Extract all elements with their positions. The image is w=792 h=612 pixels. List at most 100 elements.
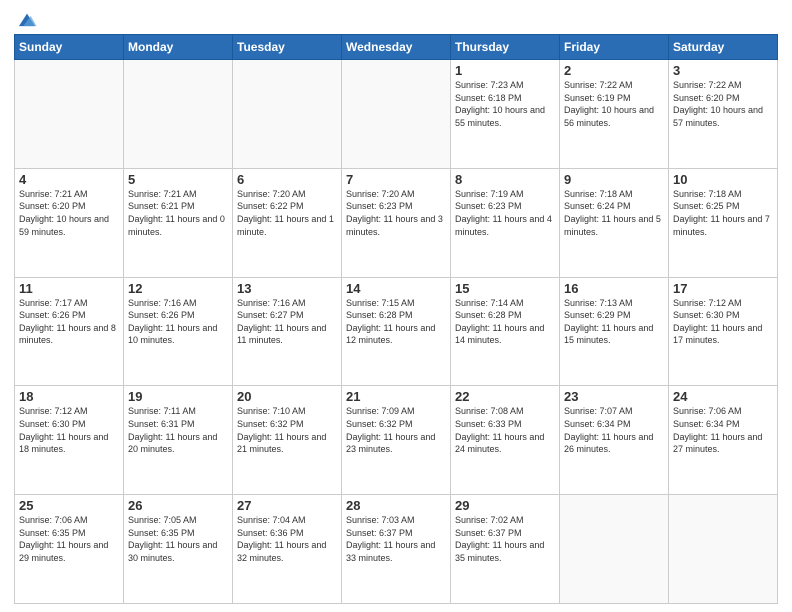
day-info: Sunrise: 7:11 AM Sunset: 6:31 PM Dayligh…	[128, 405, 228, 455]
day-info: Sunrise: 7:12 AM Sunset: 6:30 PM Dayligh…	[19, 405, 119, 455]
calendar-cell: 7Sunrise: 7:20 AM Sunset: 6:23 PM Daylig…	[342, 168, 451, 277]
calendar-header-row: SundayMondayTuesdayWednesdayThursdayFrid…	[15, 35, 778, 60]
day-info: Sunrise: 7:12 AM Sunset: 6:30 PM Dayligh…	[673, 297, 773, 347]
day-info: Sunrise: 7:17 AM Sunset: 6:26 PM Dayligh…	[19, 297, 119, 347]
day-number: 9	[564, 172, 664, 187]
calendar-dow-monday: Monday	[124, 35, 233, 60]
calendar-cell: 4Sunrise: 7:21 AM Sunset: 6:20 PM Daylig…	[15, 168, 124, 277]
calendar-cell: 21Sunrise: 7:09 AM Sunset: 6:32 PM Dayli…	[342, 386, 451, 495]
calendar-dow-thursday: Thursday	[451, 35, 560, 60]
day-number: 4	[19, 172, 119, 187]
day-info: Sunrise: 7:06 AM Sunset: 6:35 PM Dayligh…	[19, 514, 119, 564]
day-number: 12	[128, 281, 228, 296]
page-header	[14, 10, 778, 28]
day-info: Sunrise: 7:21 AM Sunset: 6:20 PM Dayligh…	[19, 188, 119, 238]
logo	[14, 10, 38, 28]
day-info: Sunrise: 7:05 AM Sunset: 6:35 PM Dayligh…	[128, 514, 228, 564]
calendar-cell: 23Sunrise: 7:07 AM Sunset: 6:34 PM Dayli…	[560, 386, 669, 495]
day-info: Sunrise: 7:06 AM Sunset: 6:34 PM Dayligh…	[673, 405, 773, 455]
day-number: 28	[346, 498, 446, 513]
calendar-cell	[342, 60, 451, 169]
day-info: Sunrise: 7:19 AM Sunset: 6:23 PM Dayligh…	[455, 188, 555, 238]
day-info: Sunrise: 7:13 AM Sunset: 6:29 PM Dayligh…	[564, 297, 664, 347]
day-info: Sunrise: 7:10 AM Sunset: 6:32 PM Dayligh…	[237, 405, 337, 455]
day-info: Sunrise: 7:22 AM Sunset: 6:19 PM Dayligh…	[564, 79, 664, 129]
day-info: Sunrise: 7:03 AM Sunset: 6:37 PM Dayligh…	[346, 514, 446, 564]
calendar-cell: 28Sunrise: 7:03 AM Sunset: 6:37 PM Dayli…	[342, 495, 451, 604]
day-number: 13	[237, 281, 337, 296]
calendar-dow-sunday: Sunday	[15, 35, 124, 60]
calendar-week-3: 18Sunrise: 7:12 AM Sunset: 6:30 PM Dayli…	[15, 386, 778, 495]
day-number: 19	[128, 389, 228, 404]
calendar-cell: 16Sunrise: 7:13 AM Sunset: 6:29 PM Dayli…	[560, 277, 669, 386]
calendar-cell: 29Sunrise: 7:02 AM Sunset: 6:37 PM Dayli…	[451, 495, 560, 604]
calendar-cell: 3Sunrise: 7:22 AM Sunset: 6:20 PM Daylig…	[669, 60, 778, 169]
day-number: 16	[564, 281, 664, 296]
calendar-cell: 15Sunrise: 7:14 AM Sunset: 6:28 PM Dayli…	[451, 277, 560, 386]
day-number: 26	[128, 498, 228, 513]
calendar-cell	[15, 60, 124, 169]
calendar-dow-tuesday: Tuesday	[233, 35, 342, 60]
day-info: Sunrise: 7:20 AM Sunset: 6:22 PM Dayligh…	[237, 188, 337, 238]
day-info: Sunrise: 7:16 AM Sunset: 6:26 PM Dayligh…	[128, 297, 228, 347]
day-info: Sunrise: 7:09 AM Sunset: 6:32 PM Dayligh…	[346, 405, 446, 455]
day-number: 8	[455, 172, 555, 187]
calendar-cell: 27Sunrise: 7:04 AM Sunset: 6:36 PM Dayli…	[233, 495, 342, 604]
day-number: 22	[455, 389, 555, 404]
calendar-week-0: 1Sunrise: 7:23 AM Sunset: 6:18 PM Daylig…	[15, 60, 778, 169]
calendar-cell: 12Sunrise: 7:16 AM Sunset: 6:26 PM Dayli…	[124, 277, 233, 386]
calendar-cell: 20Sunrise: 7:10 AM Sunset: 6:32 PM Dayli…	[233, 386, 342, 495]
calendar-cell: 13Sunrise: 7:16 AM Sunset: 6:27 PM Dayli…	[233, 277, 342, 386]
day-info: Sunrise: 7:18 AM Sunset: 6:24 PM Dayligh…	[564, 188, 664, 238]
day-number: 1	[455, 63, 555, 78]
day-info: Sunrise: 7:18 AM Sunset: 6:25 PM Dayligh…	[673, 188, 773, 238]
day-number: 29	[455, 498, 555, 513]
calendar-cell: 24Sunrise: 7:06 AM Sunset: 6:34 PM Dayli…	[669, 386, 778, 495]
day-number: 7	[346, 172, 446, 187]
calendar-cell: 11Sunrise: 7:17 AM Sunset: 6:26 PM Dayli…	[15, 277, 124, 386]
day-number: 6	[237, 172, 337, 187]
calendar-cell: 22Sunrise: 7:08 AM Sunset: 6:33 PM Dayli…	[451, 386, 560, 495]
day-info: Sunrise: 7:15 AM Sunset: 6:28 PM Dayligh…	[346, 297, 446, 347]
day-info: Sunrise: 7:22 AM Sunset: 6:20 PM Dayligh…	[673, 79, 773, 129]
calendar-dow-friday: Friday	[560, 35, 669, 60]
day-info: Sunrise: 7:02 AM Sunset: 6:37 PM Dayligh…	[455, 514, 555, 564]
calendar-dow-wednesday: Wednesday	[342, 35, 451, 60]
day-number: 15	[455, 281, 555, 296]
day-number: 18	[19, 389, 119, 404]
day-info: Sunrise: 7:23 AM Sunset: 6:18 PM Dayligh…	[455, 79, 555, 129]
calendar-cell: 2Sunrise: 7:22 AM Sunset: 6:19 PM Daylig…	[560, 60, 669, 169]
calendar-cell: 9Sunrise: 7:18 AM Sunset: 6:24 PM Daylig…	[560, 168, 669, 277]
calendar-week-1: 4Sunrise: 7:21 AM Sunset: 6:20 PM Daylig…	[15, 168, 778, 277]
calendar-cell: 10Sunrise: 7:18 AM Sunset: 6:25 PM Dayli…	[669, 168, 778, 277]
day-info: Sunrise: 7:16 AM Sunset: 6:27 PM Dayligh…	[237, 297, 337, 347]
calendar-week-2: 11Sunrise: 7:17 AM Sunset: 6:26 PM Dayli…	[15, 277, 778, 386]
day-info: Sunrise: 7:14 AM Sunset: 6:28 PM Dayligh…	[455, 297, 555, 347]
day-info: Sunrise: 7:08 AM Sunset: 6:33 PM Dayligh…	[455, 405, 555, 455]
calendar-table: SundayMondayTuesdayWednesdayThursdayFrid…	[14, 34, 778, 604]
calendar-cell: 25Sunrise: 7:06 AM Sunset: 6:35 PM Dayli…	[15, 495, 124, 604]
day-info: Sunrise: 7:07 AM Sunset: 6:34 PM Dayligh…	[564, 405, 664, 455]
day-number: 24	[673, 389, 773, 404]
calendar-cell: 19Sunrise: 7:11 AM Sunset: 6:31 PM Dayli…	[124, 386, 233, 495]
calendar-cell: 14Sunrise: 7:15 AM Sunset: 6:28 PM Dayli…	[342, 277, 451, 386]
day-info: Sunrise: 7:04 AM Sunset: 6:36 PM Dayligh…	[237, 514, 337, 564]
day-number: 23	[564, 389, 664, 404]
day-number: 25	[19, 498, 119, 513]
calendar-cell: 18Sunrise: 7:12 AM Sunset: 6:30 PM Dayli…	[15, 386, 124, 495]
calendar-cell: 26Sunrise: 7:05 AM Sunset: 6:35 PM Dayli…	[124, 495, 233, 604]
day-number: 10	[673, 172, 773, 187]
day-number: 17	[673, 281, 773, 296]
calendar-cell	[560, 495, 669, 604]
day-number: 27	[237, 498, 337, 513]
day-number: 20	[237, 389, 337, 404]
calendar-dow-saturday: Saturday	[669, 35, 778, 60]
day-number: 5	[128, 172, 228, 187]
day-number: 21	[346, 389, 446, 404]
logo-icon	[16, 10, 38, 32]
calendar-cell: 5Sunrise: 7:21 AM Sunset: 6:21 PM Daylig…	[124, 168, 233, 277]
calendar-cell: 8Sunrise: 7:19 AM Sunset: 6:23 PM Daylig…	[451, 168, 560, 277]
day-info: Sunrise: 7:20 AM Sunset: 6:23 PM Dayligh…	[346, 188, 446, 238]
calendar-cell: 1Sunrise: 7:23 AM Sunset: 6:18 PM Daylig…	[451, 60, 560, 169]
calendar-cell	[233, 60, 342, 169]
